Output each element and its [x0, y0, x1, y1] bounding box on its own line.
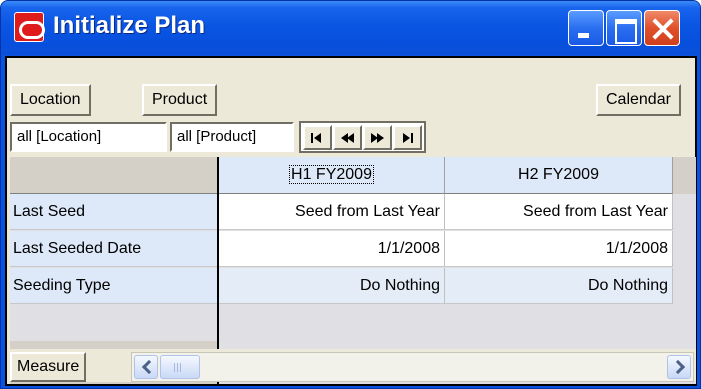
- page-navigation: [299, 121, 426, 153]
- grid-cell[interactable]: 1/1/2008: [219, 231, 445, 267]
- grid-cell[interactable]: Do Nothing: [445, 268, 673, 304]
- row-header-seeding-type[interactable]: Seeding Type: [10, 268, 217, 304]
- maximize-icon[interactable]: [606, 10, 642, 46]
- scroll-thumb[interactable]: [160, 355, 200, 379]
- scroll-left-icon[interactable]: [134, 355, 158, 379]
- column-header-filler: [673, 157, 696, 194]
- horizontal-scrollbar[interactable]: [131, 352, 694, 382]
- previous-page-icon[interactable]: [333, 125, 362, 150]
- column-header-h1-fy2009[interactable]: H1 FY2009: [219, 157, 445, 194]
- oracle-logo-icon: [14, 12, 45, 42]
- close-icon[interactable]: [644, 10, 680, 46]
- grid-cell[interactable]: Do Nothing: [219, 268, 445, 304]
- client-area: Location Product Calendar all [Location]…: [5, 56, 697, 386]
- grid-cell[interactable]: 1/1/2008: [445, 231, 673, 267]
- minimize-icon[interactable]: [568, 10, 604, 46]
- location-button[interactable]: Location: [10, 84, 91, 116]
- row-header-last-seed[interactable]: Last Seed: [10, 194, 217, 230]
- calendar-button[interactable]: Calendar: [596, 84, 681, 116]
- grid-cell[interactable]: Seed from Last Year: [219, 194, 445, 230]
- location-filter[interactable]: all [Location]: [10, 122, 167, 152]
- window-title: Initialize Plan: [53, 12, 206, 39]
- row-header-last-seeded-date[interactable]: Last Seeded Date: [10, 231, 217, 267]
- last-page-icon[interactable]: [393, 125, 422, 150]
- product-filter[interactable]: all [Product]: [170, 122, 294, 152]
- grid-cell[interactable]: Seed from Last Year: [445, 194, 673, 230]
- product-button[interactable]: Product: [142, 84, 218, 116]
- next-page-icon[interactable]: [363, 125, 392, 150]
- initialize-plan-window: Initialize Plan Location Product Calenda…: [0, 0, 701, 389]
- first-page-icon[interactable]: [303, 125, 332, 150]
- title-bar[interactable]: Initialize Plan: [1, 1, 700, 55]
- measure-button[interactable]: Measure: [10, 352, 87, 382]
- scroll-right-icon[interactable]: [667, 355, 691, 379]
- column-header-label: H1 FY2009: [289, 165, 374, 184]
- grid-corner: [10, 157, 217, 194]
- column-header-h2-fy2009[interactable]: H2 FY2009: [445, 157, 673, 194]
